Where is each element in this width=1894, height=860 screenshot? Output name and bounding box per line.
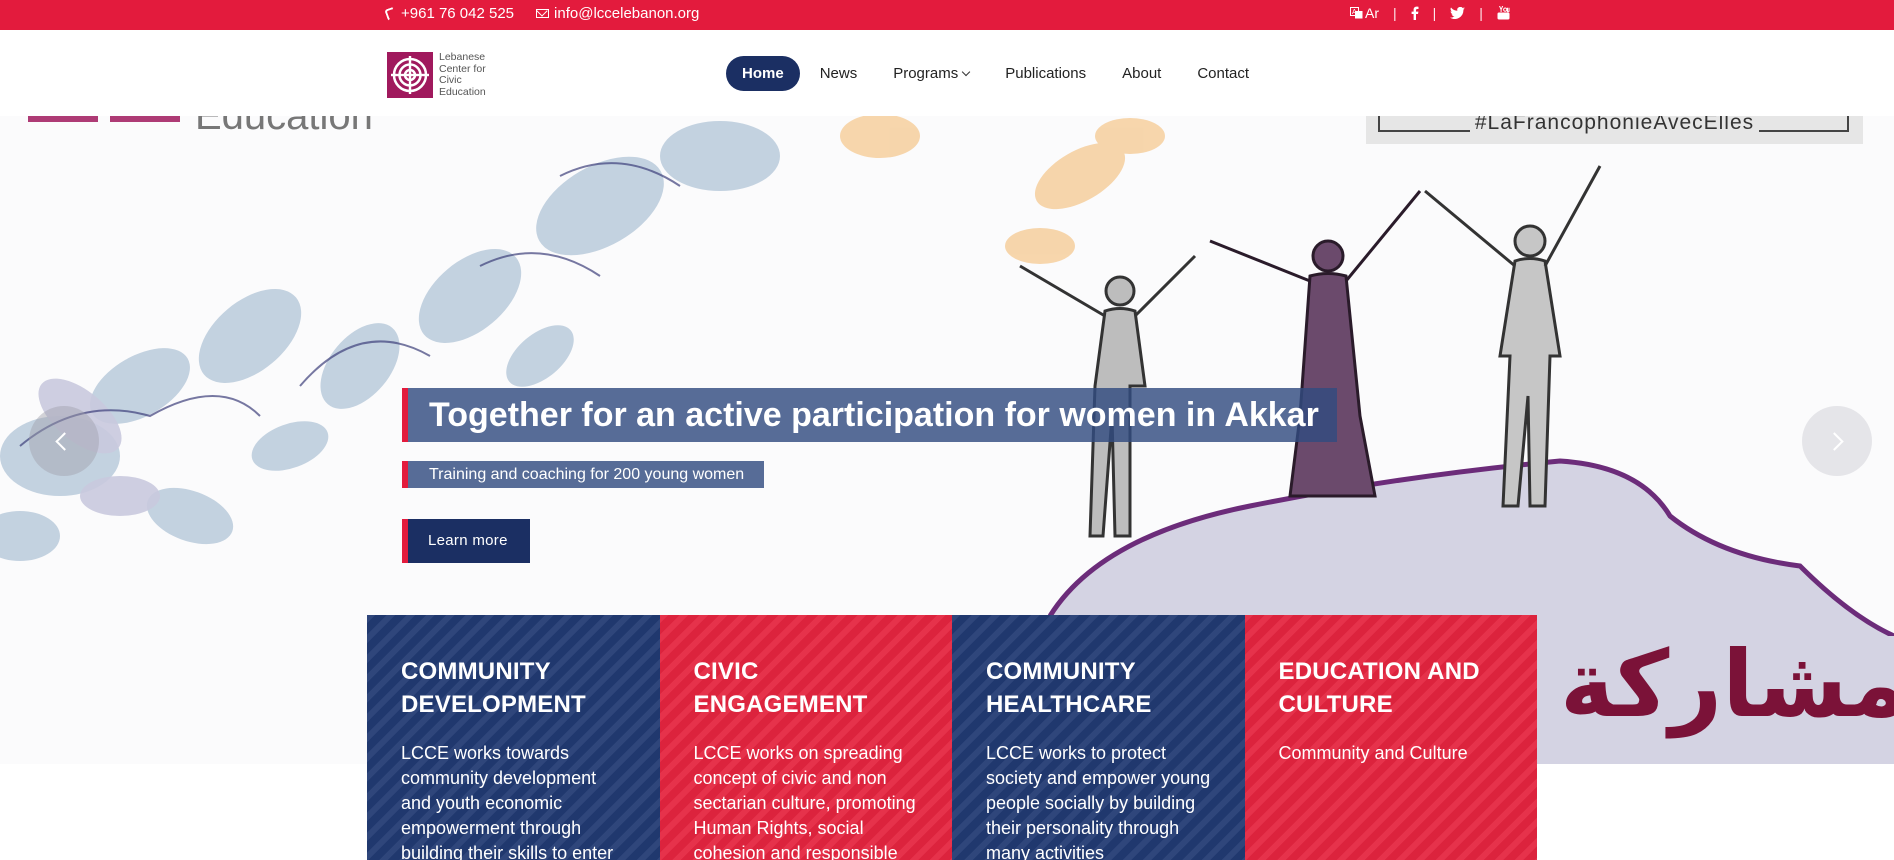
card-title: COMMUNITY DEVELOPMENT	[401, 658, 586, 718]
site-logo[interactable]: Lebanese Center for Civic Education	[387, 51, 499, 98]
separator: |	[1479, 5, 1483, 21]
main-navbar: Lebanese Center for Civic Education Home…	[0, 30, 1894, 116]
translate-icon: A	[1350, 7, 1363, 19]
slider-prev-button[interactable]	[29, 406, 99, 476]
hashtag-banner: #LaFrancophonieAvecElles	[1366, 116, 1863, 144]
card-education-culture[interactable]: EDUCATION AND CULTURE Community and Cult…	[1244, 615, 1537, 860]
email-address: info@lccelebanon.org	[554, 5, 700, 22]
language-switch[interactable]: A Ar	[1350, 5, 1379, 21]
twitter-icon[interactable]	[1450, 7, 1466, 19]
mail-icon	[536, 9, 550, 18]
card-title: EDUCATION AND CULTURE	[1278, 658, 1480, 718]
arabic-slogan: للمشاركة	[1560, 631, 1894, 738]
logo-line: Civic	[439, 74, 462, 86]
corner-faded-logo-text: Education	[195, 116, 373, 138]
card-community-development[interactable]: COMMUNITY DEVELOPMENT LCCE works towards…	[367, 615, 660, 860]
nav-publications[interactable]: Publications	[989, 56, 1102, 91]
facebook-icon[interactable]	[1411, 6, 1419, 20]
slider-next-button[interactable]	[1802, 406, 1872, 476]
nav-programs[interactable]: Programs	[877, 56, 985, 91]
nav-home[interactable]: Home	[726, 56, 800, 91]
main-menu: Home News Programs Publications About Co…	[726, 56, 1265, 91]
lcce-logo-icon	[387, 52, 433, 98]
hashtag-text: #LaFrancophonieAvecElles	[1469, 116, 1760, 134]
email-contact[interactable]: info@lccelebanon.org	[536, 5, 699, 22]
program-cards: COMMUNITY DEVELOPMENT LCCE works towards…	[367, 615, 1537, 860]
card-background-texture	[1244, 615, 1537, 860]
chevron-down-icon	[961, 67, 971, 77]
nav-about[interactable]: About	[1106, 56, 1177, 91]
separator: |	[1393, 5, 1397, 21]
learn-more-button[interactable]: Learn more	[402, 519, 530, 563]
language-label: Ar	[1365, 5, 1379, 21]
nav-programs-label: Programs	[893, 65, 959, 82]
card-text: LCCE works towards community development…	[401, 743, 614, 860]
card-title: CIVIC ENGAGEMENT	[693, 658, 868, 718]
phone-contact[interactable]: +961 76 042 525	[384, 5, 515, 22]
nav-news[interactable]: News	[804, 56, 874, 91]
chevron-right-icon	[1825, 432, 1844, 451]
card-community-healthcare[interactable]: COMMUNITY HEALTHCARE LCCE works to prote…	[952, 615, 1245, 860]
card-text: Community and Culture	[1278, 743, 1468, 763]
card-text: LCCE works on spreading concept of civic…	[693, 743, 916, 860]
nav-contact[interactable]: Contact	[1181, 56, 1265, 91]
phone-icon	[384, 6, 398, 21]
logo-line: Lebanese	[439, 51, 486, 63]
slide-subtitle: Training and coaching for 200 young wome…	[402, 461, 765, 488]
separator: |	[1432, 5, 1437, 21]
card-title: COMMUNITY HEALTHCARE	[986, 658, 1152, 718]
logo-line: Education	[439, 85, 486, 98]
top-contact-bar: +961 76 042 525 info@lccelebanon.org A A…	[0, 0, 1894, 30]
card-civic-engagement[interactable]: CIVIC ENGAGEMENT LCCE works on spreading…	[659, 615, 952, 860]
card-text: LCCE works to protect society and empowe…	[986, 743, 1211, 860]
logo-text: Lebanese Center for Civic Education	[439, 51, 499, 98]
chevron-left-icon	[55, 432, 74, 451]
phone-number: +961 76 042 525	[401, 5, 515, 22]
slide-title: Together for an active participation for…	[402, 388, 1337, 442]
youtube-icon[interactable]	[1497, 6, 1510, 20]
